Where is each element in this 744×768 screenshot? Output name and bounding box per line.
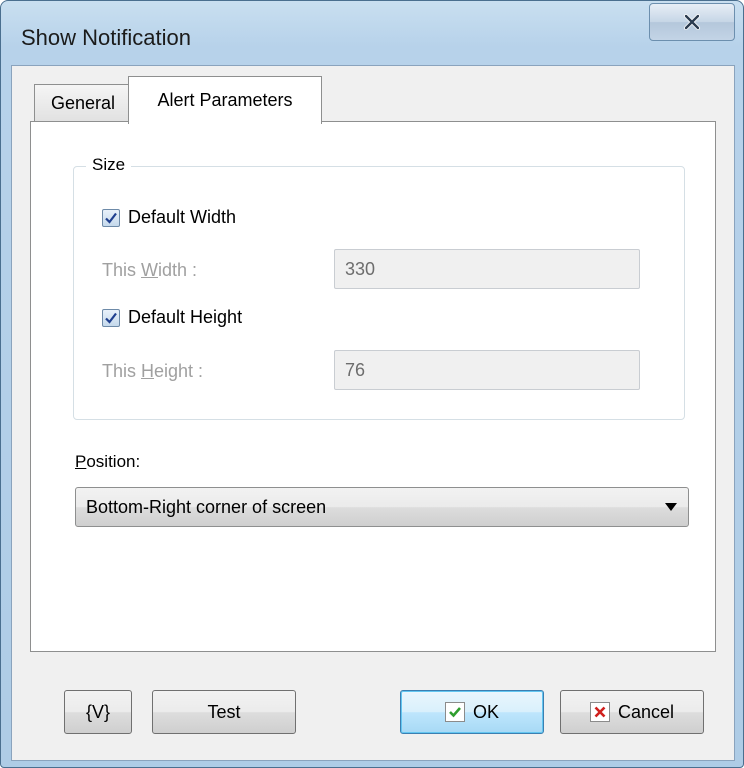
position-dropdown[interactable]: Bottom-Right corner of screen [75,487,689,527]
test-button[interactable]: Test [152,690,296,734]
checkmark-icon [105,212,117,224]
tab-general[interactable]: General [34,84,132,122]
dropdown-arrow-icon [665,503,677,511]
default-height-checkbox[interactable] [102,308,120,327]
default-width-checkbox[interactable] [102,208,120,227]
tab-alert-parameters[interactable]: Alert Parameters [128,76,322,124]
this-height-value: 76 [345,359,366,380]
dialog-window: Show Notification General Alert Paramete… [0,0,744,768]
this-width-input[interactable]: 330 [334,249,640,289]
tab-general-label: General [50,93,116,113]
position-label: Position: [75,452,141,471]
position-selected-value: Bottom-Right corner of screen [86,496,327,517]
cancel-button[interactable]: Cancel [560,690,704,734]
tab-alert-parameters-label: Alert Parameters [157,90,293,110]
default-height-checkbox-row[interactable]: Default Height [102,307,242,328]
dialog-client-area: General Alert Parameters Size Default Wi… [11,65,735,761]
close-button[interactable] [649,3,735,41]
test-button-label: Test [207,701,241,722]
cancel-x-icon [589,702,610,722]
default-height-label: Default Height [128,307,243,327]
ok-button-label: OK [472,701,499,722]
size-group: Size Default Width This Width : 330 Defa… [73,155,685,420]
this-height-input[interactable]: 76 [334,350,640,390]
variables-button-label: {V} [85,701,111,722]
default-width-checkbox-row[interactable]: Default Width [102,207,236,228]
ok-check-icon [444,702,465,722]
checkmark-icon [105,312,117,324]
tab-panel: Size Default Width This Width : 330 Defa… [30,121,716,652]
this-height-label: This Height : [102,361,204,381]
size-group-legend: Size [86,155,132,175]
variables-button[interactable]: {V} [64,690,132,734]
this-width-value: 330 [345,258,376,279]
this-width-label: This Width : [102,260,198,280]
default-width-label: Default Width [128,207,237,227]
cancel-button-label: Cancel [617,701,675,722]
ok-button[interactable]: OK [400,690,544,734]
close-icon [684,14,700,30]
window-title: Show Notification [21,25,191,50]
